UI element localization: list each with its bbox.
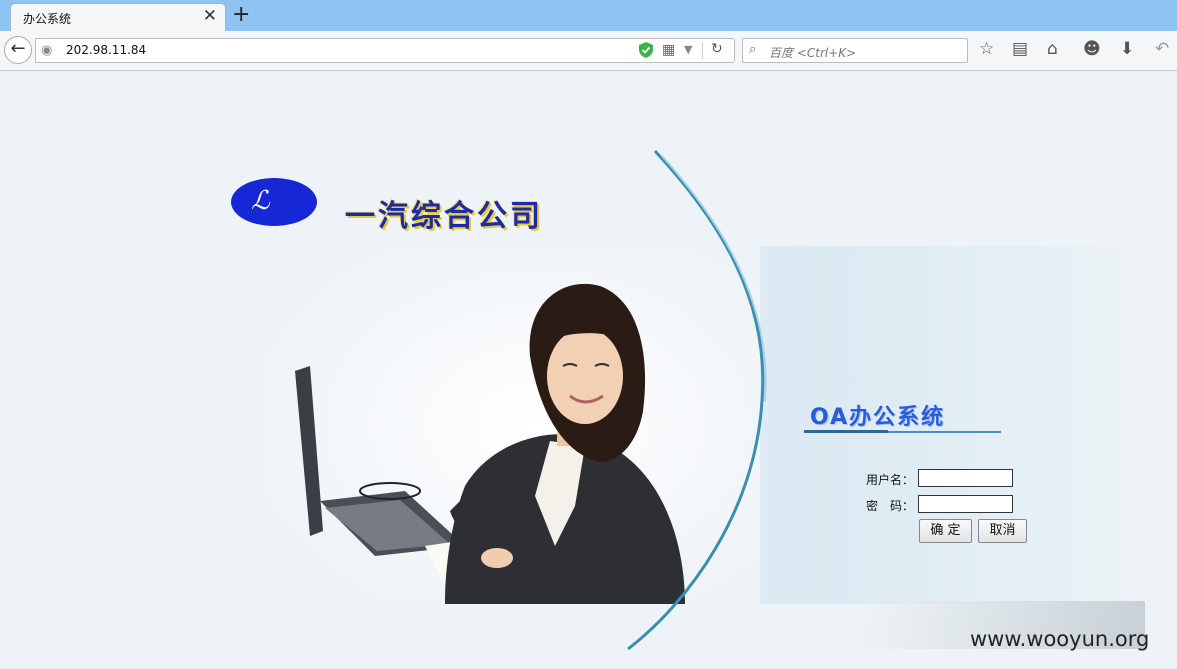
password-input[interactable] <box>918 495 1013 513</box>
reading-list-icon[interactable]: ▤ <box>1012 39 1028 59</box>
back-arrow-icon[interactable]: ← <box>4 36 32 64</box>
company-logo: ℒ <box>231 178 317 226</box>
qr-icon[interactable]: ▦ <box>662 42 675 58</box>
password-label: 密 码： <box>866 499 915 513</box>
reload-icon[interactable]: ↻ <box>711 41 723 57</box>
tab-active[interactable]: 办公系统 ✕ <box>10 3 226 31</box>
tab-title: 办公系统 <box>23 12 72 26</box>
search-placeholder: 百度 <Ctrl+K> <box>769 46 857 60</box>
page-content: ℒ 一汽综合公司 OA办公系统 用户名： 密 码： 确 定 取消 www.woo… <box>0 71 1177 669</box>
globe-icon: ◉ <box>41 43 53 58</box>
address-bar[interactable]: ◉ 202.98.11.84 ▦ ▼ ↻ <box>35 38 735 63</box>
confirm-button[interactable]: 确 定 <box>919 519 972 543</box>
close-icon[interactable]: ✕ <box>203 7 217 25</box>
office-photo <box>265 246 760 604</box>
undo-icon[interactable]: ↶ <box>1155 39 1169 59</box>
search-bar[interactable]: ⌕ 百度 <Ctrl+K> <box>742 38 968 63</box>
logo-swirl: ℒ <box>251 186 270 216</box>
username-label: 用户名： <box>866 473 915 487</box>
download-icon[interactable]: ⬇ <box>1120 39 1134 59</box>
title-underline-accent <box>804 430 888 433</box>
navigation-bar: ← ◉ 202.98.11.84 ▦ ▼ ↻ ⌕ 百度 <Ctrl+K> ☆ ▤… <box>0 31 1177 71</box>
divider <box>702 42 703 59</box>
home-icon[interactable]: ⌂ <box>1047 39 1058 59</box>
system-title: OA办公系统 <box>810 405 946 430</box>
tab-bar: 办公系统 ✕ + <box>0 0 1177 31</box>
star-icon[interactable]: ☆ <box>979 39 994 59</box>
url-text[interactable]: 202.98.11.84 <box>66 43 146 57</box>
watermark: www.wooyun.org <box>970 627 1150 651</box>
company-name: 一汽综合公司 <box>345 199 543 234</box>
smile-icon[interactable]: ☻ <box>1083 39 1101 59</box>
new-tab-button[interactable]: + <box>232 3 250 27</box>
shield-icon[interactable] <box>639 42 653 58</box>
cancel-button[interactable]: 取消 <box>978 519 1027 543</box>
dropdown-icon[interactable]: ▼ <box>684 43 692 56</box>
username-input[interactable] <box>918 469 1013 487</box>
photo-illustration <box>265 246 760 604</box>
search-icon: ⌕ <box>749 42 757 57</box>
